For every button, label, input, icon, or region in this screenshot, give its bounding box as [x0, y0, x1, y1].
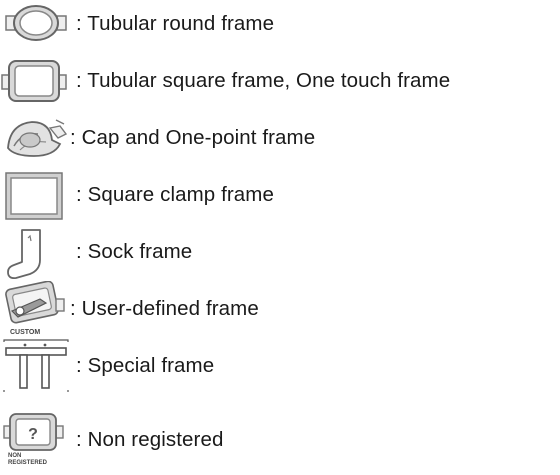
legend-label-cap: : Cap and One-point frame — [70, 126, 316, 149]
legend-row-tubular-square: : Tubular square frame, One touch frame — [0, 53, 560, 109]
user-defined-frame-icon: CUSTOM — [0, 281, 72, 337]
legend-label-tubular-round: : Tubular round frame — [76, 12, 275, 35]
legend-label-special: : Special frame — [76, 354, 215, 377]
special-frame-icon — [0, 338, 72, 394]
tubular-square-frame-icon — [0, 53, 72, 109]
non-registered-frame-icon: ? NON REGISTERED — [0, 412, 72, 468]
legend-row-user-defined: CUSTOM : User-defined frame — [0, 281, 560, 337]
legend-label-user-defined: : User-defined frame — [70, 297, 259, 320]
non-registered-caption-top: NON — [8, 453, 21, 459]
non-registered-caption-bottom: REGISTERED — [8, 460, 48, 466]
custom-caption: CUSTOM — [10, 329, 40, 336]
legend-label-tubular-square: : Tubular square frame, One touch frame — [76, 69, 451, 92]
sock-frame-icon — [0, 224, 72, 280]
legend-label-square-clamp: : Square clamp frame — [76, 183, 274, 206]
legend-label-sock: : Sock frame — [76, 240, 193, 263]
frame-legend: : Tubular round frame : Tubular square f… — [0, 0, 560, 475]
legend-row-tubular-round: : Tubular round frame — [0, 0, 560, 52]
legend-row-square-clamp: : Square clamp frame — [0, 167, 560, 223]
legend-row-special: : Special frame — [0, 338, 560, 394]
legend-row-non-registered: ? NON REGISTERED : Non registered — [0, 412, 560, 468]
legend-row-sock: : Sock frame — [0, 224, 560, 280]
legend-row-cap: : Cap and One-point frame — [0, 110, 560, 166]
tubular-round-frame-icon — [0, 0, 72, 52]
cap-frame-icon — [0, 110, 72, 166]
svg-text:?: ? — [28, 426, 38, 443]
square-clamp-frame-icon — [0, 167, 72, 223]
legend-label-non-registered: : Non registered — [76, 428, 224, 451]
